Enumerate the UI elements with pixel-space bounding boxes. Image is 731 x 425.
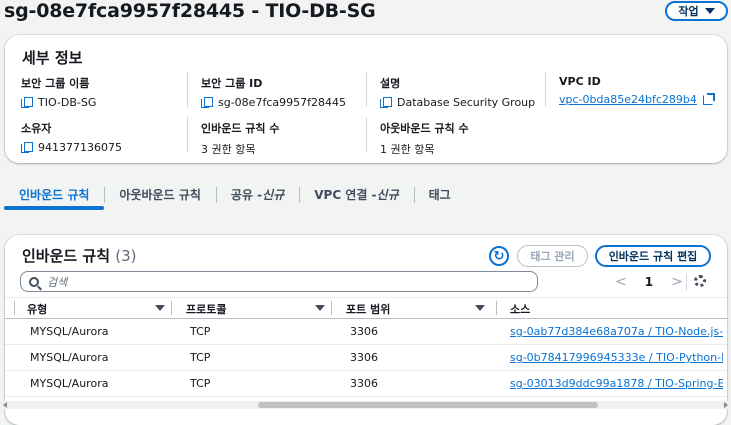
search-icon [29,276,39,287]
tab-inbound-rules[interactable]: 인바운드 규칙 [4,184,105,210]
details-heading: 세부 정보 [22,49,83,67]
rules-count: (3) [115,247,137,265]
field-label: 보안 그룹 ID [201,77,263,90]
sort-icon[interactable] [315,305,325,311]
field-value: Database Security Group [397,96,536,109]
cell-source-link[interactable]: sg-03013d9ddc99a1878 / TIO-Spring-EC2 [510,377,723,390]
field-sg-name: 보안 그룹 이름 TIO-DB-SG [21,75,96,109]
tab-sharing[interactable]: 공유 - 신규 [215,184,299,204]
sort-icon[interactable] [475,305,485,311]
table-row: MYSQL/Aurora TCP 3306 sg-03013d9ddc99a18… [5,371,727,397]
column-header-source[interactable]: 소스 [510,301,530,317]
field-label: VPC ID [559,75,601,88]
field-label: 아웃바운드 규칙 수 [380,122,469,135]
chevron-left-icon[interactable]: < [615,274,627,290]
copy-icon[interactable] [201,97,213,108]
scrollbar-thumb[interactable] [258,402,598,408]
copy-icon[interactable] [21,142,33,153]
actions-label: 작업 [678,5,699,18]
cell-type: MYSQL/Aurora [30,377,109,390]
tab-tags[interactable]: 태그 [413,184,466,204]
field-value: 1 권한 항목 [380,143,435,156]
column-header-port-range[interactable]: 포트 범위 [346,301,390,317]
gear-icon[interactable] [694,275,706,287]
cell-protocol: TCP [190,377,211,390]
sort-icon[interactable] [155,305,165,311]
table-row: MYSQL/Aurora TCP 3306 sg-0b7841799694533… [5,345,727,371]
cell-source-link[interactable]: sg-0ab77d384e68a707a / TIO-Node.js-EC2 [510,325,723,338]
table-row: MYSQL/Aurora TCP 3306 sg-0ab77d384e68a70… [5,319,727,345]
field-description: 설명 Database Security Group [380,75,535,109]
inbound-rules-heading: 인바운드 규칙 (3) [22,247,137,265]
table-header: 유형 프로토콜 포트 범위 소스 [5,297,727,319]
copy-icon[interactable] [380,97,392,108]
tab-outbound-rules[interactable]: 아웃바운드 규칙 [104,184,215,204]
column-header-protocol[interactable]: 프로토콜 [186,301,226,317]
scroll-right-icon[interactable] [724,402,728,408]
tab-bar: 인바운드 규칙 아웃바운드 규칙 공유 - 신규 VPC 연결 - 신규 태그 [4,181,729,210]
cell-source-link[interactable]: sg-0b78417996945333e / TIO-Python-EC2 [510,351,723,364]
inbound-rules-panel: 인바운드 규칙 (3) ↻ 태그 관리 인바운드 규칙 편집 검색 < 1 > … [5,235,727,425]
copy-icon[interactable] [21,97,33,108]
field-owner: 소유자 941377136075 [21,120,122,154]
search-input[interactable]: 검색 [20,271,538,292]
field-label: 설명 [380,77,401,90]
column-header-type[interactable]: 유형 [27,301,47,317]
field-label: 인바운드 규칙 수 [201,122,280,135]
external-link-icon [702,92,715,105]
chevron-right-icon[interactable]: > [671,274,683,290]
cell-port: 3306 [350,377,378,390]
details-panel: 세부 정보 보안 그룹 이름 TIO-DB-SG 보안 그룹 ID sg-08e… [5,35,727,163]
field-label: 보안 그룹 이름 [21,77,90,90]
field-sg-id: 보안 그룹 ID sg-08e7fca9957f28445 [201,75,346,109]
page-number[interactable]: 1 [645,275,653,289]
manage-tags-button[interactable]: 태그 관리 [517,245,588,267]
field-outbound-count: 아웃바운드 규칙 수 1 권한 항목 [380,120,469,157]
cell-type: MYSQL/Aurora [30,351,109,364]
tab-vpc-associations[interactable]: VPC 연결 - 신규 [299,184,413,204]
caret-down-icon [704,8,715,14]
cell-type: MYSQL/Aurora [30,325,109,338]
cell-port: 3306 [350,351,378,364]
field-value: TIO-DB-SG [38,96,97,109]
field-inbound-count: 인바운드 규칙 수 3 권한 항목 [201,120,280,157]
actions-button[interactable]: 작업 [665,1,728,21]
cell-port: 3306 [350,325,378,338]
search-placeholder: 검색 [47,275,68,289]
field-value: sg-08e7fca9957f28445 [218,96,346,109]
refresh-icon: ↻ [493,248,505,264]
page-title: sg-08e7fca9957f28445 - TIO-DB-SG [4,0,376,22]
field-vpc-id: VPC ID vpc-0bda85e24bfc289b4 [559,75,715,106]
edit-inbound-rules-button[interactable]: 인바운드 규칙 편집 [595,245,711,267]
cell-protocol: TCP [190,325,211,338]
scroll-left-icon[interactable] [3,402,7,408]
field-value: 3 권한 항목 [201,143,256,156]
refresh-button[interactable]: ↻ [489,246,509,266]
field-label: 소유자 [21,122,52,135]
pagination: < 1 > [615,274,683,290]
field-value: 941377136075 [38,141,122,154]
vpc-id-link[interactable]: vpc-0bda85e24bfc289b4 [559,93,697,106]
horizontal-scrollbar[interactable] [0,401,731,409]
cell-protocol: TCP [190,351,211,364]
